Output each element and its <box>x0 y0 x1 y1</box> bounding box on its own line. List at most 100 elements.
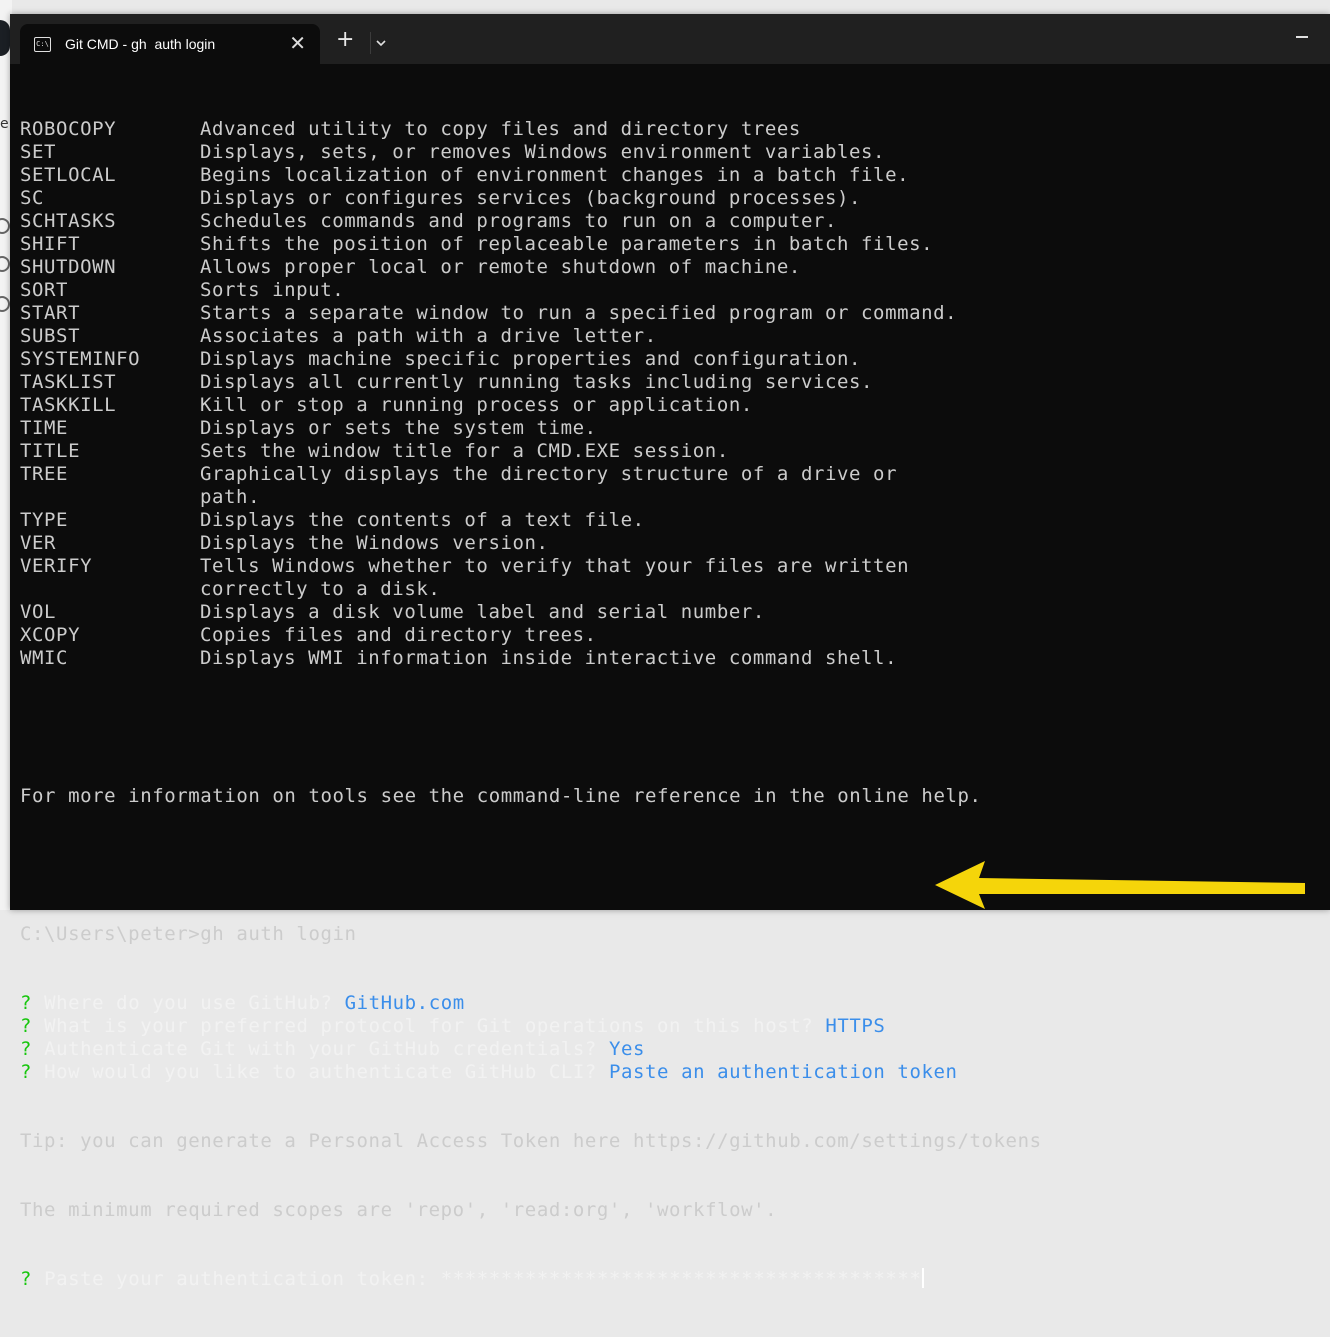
answer-text: HTTPS <box>825 1015 886 1037</box>
command-description: Displays or sets the system time. <box>200 417 597 439</box>
answer-text: Paste an authentication token <box>608 1061 958 1083</box>
command-name: VERIFY <box>20 555 93 577</box>
command-description: Displays a disk volume label and serial … <box>200 601 765 623</box>
command-description: Displays, sets, or removes Windows envir… <box>200 141 886 163</box>
command-name: WMIC <box>20 647 69 669</box>
command-row: SYSTEMINFO Displays machine specific prop… <box>20 348 1320 371</box>
command-description: Displays the contents of a text file. <box>200 509 645 531</box>
background-icon <box>0 218 10 234</box>
command-row: XCOPY Copies files and directory trees. <box>20 624 1320 647</box>
command-row: SETLOCAL Begins localization of environme… <box>20 164 1320 187</box>
command-name: TIME <box>20 417 69 439</box>
command-row: SCHTASKS Schedules commands and programs … <box>20 210 1320 233</box>
command-description: Sorts input. <box>200 279 345 301</box>
token-prompt-label: Paste your authentication token: <box>44 1268 429 1290</box>
command-description: Starts a separate window to run a specif… <box>200 302 958 324</box>
command-description: Kill or stop a running process or applic… <box>200 394 753 416</box>
command-row: SUBST Associates a path with a drive lett… <box>20 325 1320 348</box>
command-row: path. <box>20 486 1320 509</box>
command-description: Displays WMI information inside interact… <box>200 647 898 669</box>
command-description: Sets the window title for a CMD.EXE sess… <box>200 440 729 462</box>
command-name: START <box>20 302 81 324</box>
question-text: Authenticate Git with your GitHub creden… <box>44 1038 597 1060</box>
close-icon[interactable]: ✕ <box>289 32 306 54</box>
command-name: SORT <box>20 279 69 301</box>
command-name: SYSTEMINFO <box>20 348 141 370</box>
tip-line: Tip: you can generate a Personal Access … <box>20 1130 1042 1152</box>
question-text: What is your preferred protocol for Git … <box>44 1015 814 1037</box>
command-name: SET <box>20 141 57 163</box>
tab-title: Git CMD - gh auth login <box>65 36 216 52</box>
command-name: VER <box>20 532 57 554</box>
command-name: TASKKILL <box>20 394 117 416</box>
command-list: ROBOCOPY Advanced utility to copy files a… <box>20 118 1320 670</box>
qa-line: ? What is your preferred protocol for Gi… <box>20 1015 1320 1038</box>
command-description: path. <box>200 486 261 508</box>
background-text-fragment: e <box>0 116 9 132</box>
command-row: WMIC Displays WMI information inside inte… <box>20 647 1320 670</box>
command-row: START Starts a separate window to run a s… <box>20 302 1320 325</box>
qa-list: ? Where do you use GitHub? GitHub.com? W… <box>20 992 1320 1084</box>
command-name: SCHTASKS <box>20 210 117 232</box>
command-row: SET Displays, sets, or removes Windows en… <box>20 141 1320 164</box>
text-cursor <box>922 1268 925 1288</box>
plus-icon[interactable]: + <box>336 28 354 52</box>
command-description: Displays the Windows version. <box>200 532 549 554</box>
command-description: Allows proper local or remote shutdown o… <box>200 256 801 278</box>
command-row: correctly to a disk. <box>20 578 1320 601</box>
command-name: TYPE <box>20 509 69 531</box>
command-description: Shifts the position of replaceable param… <box>200 233 934 255</box>
command-description: Tells Windows whether to verify that you… <box>200 555 910 577</box>
command-row: TREE Graphically displays the directory s… <box>20 463 1320 486</box>
question-text: Where do you use GitHub? <box>44 992 333 1014</box>
token-prompt-line[interactable]: ? Paste your authentication token: *****… <box>20 1268 1320 1291</box>
command-name: VOL <box>20 601 57 623</box>
qa-line: ? Authenticate Git with your GitHub cred… <box>20 1038 1320 1061</box>
scopes-line: The minimum required scopes are 'repo', … <box>20 1199 778 1221</box>
title-bar[interactable]: C:\ Git CMD - gh auth login ✕ + <box>10 14 1330 64</box>
command-name: SHIFT <box>20 233 81 255</box>
background-icon <box>0 296 10 312</box>
command-description: Displays or configures services (backgro… <box>200 187 862 209</box>
command-row: VER Displays the Windows version. <box>20 532 1320 555</box>
question-mark: ? <box>20 1268 33 1290</box>
command-description: Begins localization of environment chang… <box>200 164 910 186</box>
command-description: Displays all currently running tasks inc… <box>200 371 874 393</box>
question-mark: ? <box>20 992 33 1014</box>
command-row: TASKKILL Kill or stop a running process o… <box>20 394 1320 417</box>
command-name: SUBST <box>20 325 81 347</box>
command-name: SC <box>20 187 45 209</box>
command-name: TREE <box>20 463 69 485</box>
console-output[interactable]: ROBOCOPY Advanced utility to copy files a… <box>20 72 1320 1290</box>
answer-text: Yes <box>608 1038 646 1060</box>
terminal-prompt-icon: C:\ <box>34 36 51 52</box>
qa-line: ? Where do you use GitHub? GitHub.com <box>20 992 1320 1015</box>
minimize-icon[interactable] <box>1296 36 1308 38</box>
command-row: SC Displays or configures services (backg… <box>20 187 1320 210</box>
command-description: Schedules commands and programs to run o… <box>200 210 838 232</box>
command-row: VOL Displays a disk volume label and seri… <box>20 601 1320 624</box>
command-name: SETLOCAL <box>20 164 117 186</box>
command-row: TIME Displays or sets the system time. <box>20 417 1320 440</box>
github-logo-icon <box>0 20 10 56</box>
command-row: VERIFY Tells Windows whether to verify th… <box>20 555 1320 578</box>
chevron-down-icon[interactable] <box>376 38 386 48</box>
command-row: TYPE Displays the contents of a text file… <box>20 509 1320 532</box>
answer-text: GitHub.com <box>344 992 465 1014</box>
command-description: Graphically displays the directory struc… <box>200 463 898 485</box>
command-row: SHIFT Shifts the position of replaceable … <box>20 233 1320 256</box>
token-input[interactable]: **************************************** <box>441 1268 922 1290</box>
prompt-line: C:\Users\peter>gh auth login <box>20 923 357 945</box>
command-row: ROBOCOPY Advanced utility to copy files a… <box>20 118 1320 141</box>
command-name: ROBOCOPY <box>20 118 117 140</box>
command-name: XCOPY <box>20 624 81 646</box>
more-info-line: For more information on tools see the co… <box>20 785 982 807</box>
question-text: How would you like to authenticate GitHu… <box>44 1061 597 1083</box>
tab-git-cmd[interactable]: C:\ Git CMD - gh auth login ✕ <box>20 24 320 64</box>
command-row: TITLE Sets the window title for a CMD.EXE… <box>20 440 1320 463</box>
terminal-window: C:\ Git CMD - gh auth login ✕ + ROBOCOPY… <box>10 14 1330 1290</box>
qa-line: ? How would you like to authenticate Git… <box>20 1061 1320 1084</box>
command-description: Advanced utility to copy files and direc… <box>200 118 801 140</box>
command-row: SHUTDOWN Allows proper local or remote sh… <box>20 256 1320 279</box>
